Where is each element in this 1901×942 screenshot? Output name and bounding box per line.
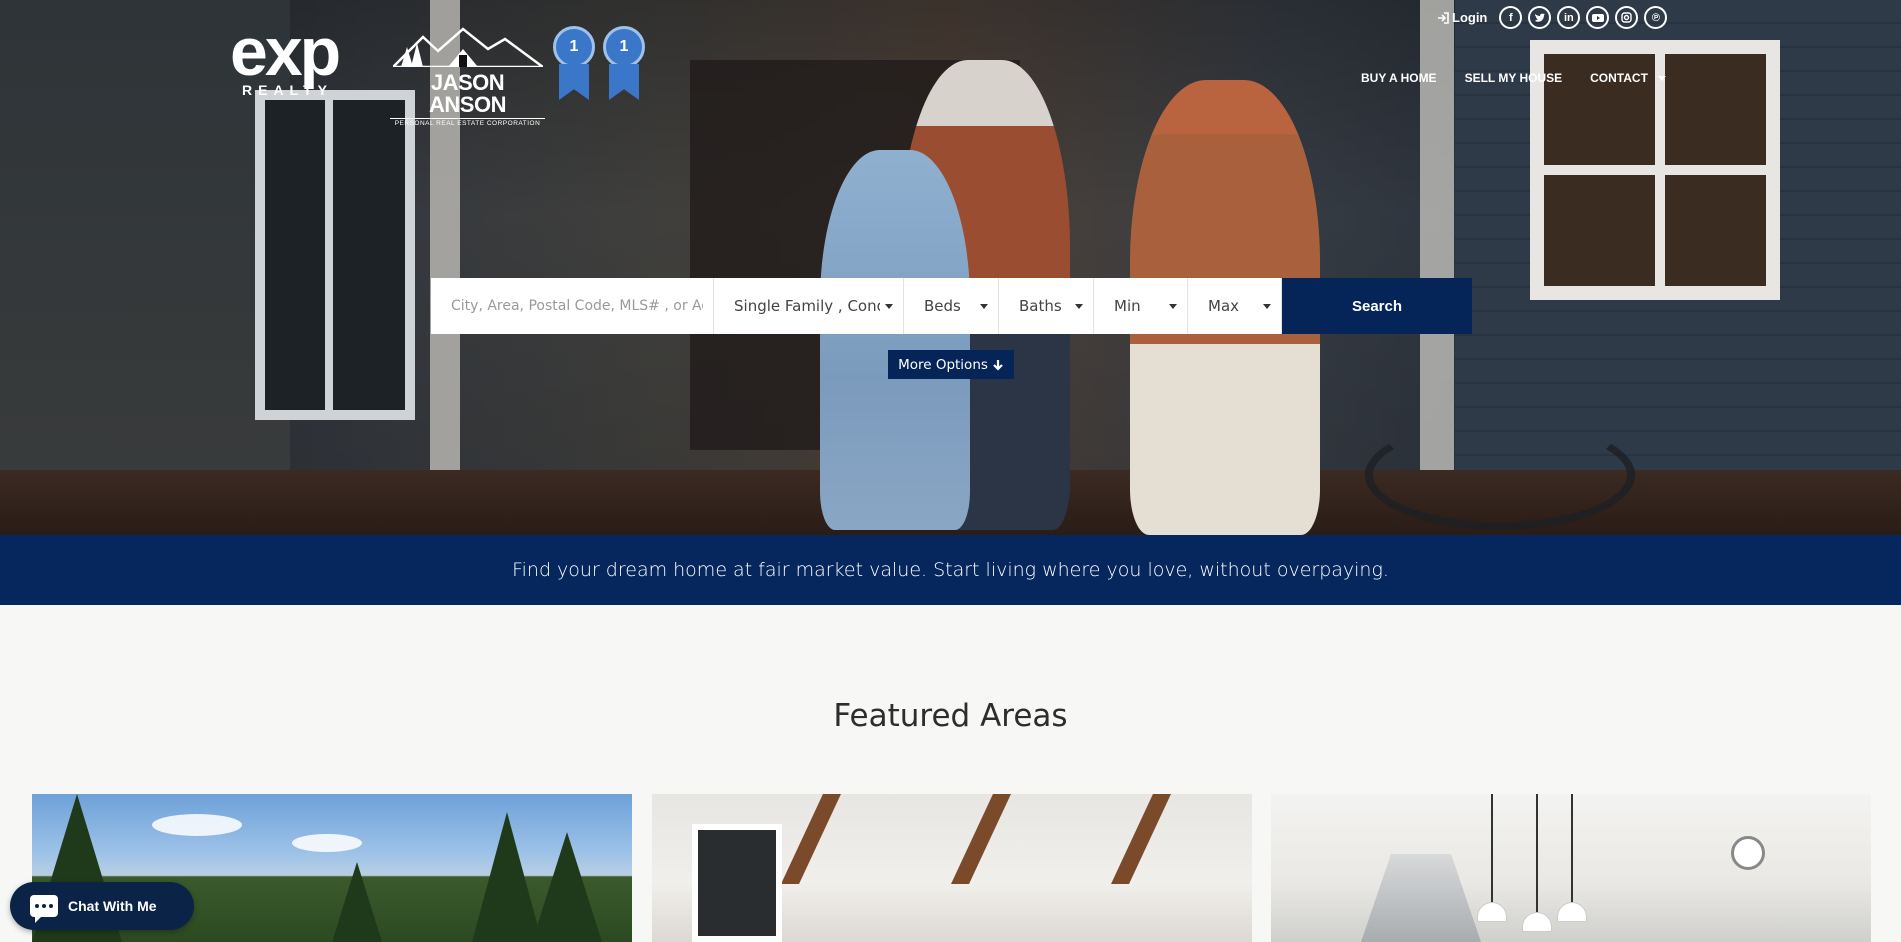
login-link[interactable]: Login (1437, 10, 1487, 25)
youtube-icon[interactable] (1586, 6, 1610, 29)
nav-contact[interactable]: CONTACT (1590, 71, 1666, 85)
exp-realty-logo[interactable]: exp REALTY (230, 14, 380, 98)
nav-sell-my-house[interactable]: SELL MY HOUSE (1465, 71, 1563, 85)
nav-contact-label: CONTACT (1590, 71, 1648, 85)
photo-cloud (292, 834, 362, 852)
photo-pendant-light (1522, 912, 1552, 932)
baths-value: Baths (1019, 297, 1062, 315)
photo-wall-clock (1731, 836, 1765, 870)
ribbon-tails (559, 64, 589, 100)
mountain-logo-icon (389, 27, 547, 69)
facebook-icon[interactable]: f (1499, 6, 1523, 29)
min-price-select[interactable]: Min (1094, 278, 1188, 334)
photo-pendant-cord (1536, 794, 1538, 914)
logo-realty-text: REALTY (242, 82, 333, 98)
photo-cloud (152, 814, 242, 836)
more-options-button[interactable]: More Options (888, 350, 1014, 379)
photo-pendant-cord (1491, 794, 1493, 904)
chevron-down-icon (1075, 304, 1083, 309)
chat-label: Chat With Me (68, 898, 157, 914)
photo-window (692, 824, 782, 942)
chevron-down-icon (1657, 75, 1666, 81)
baths-select[interactable]: Baths (999, 278, 1094, 334)
featured-area-card[interactable] (1271, 794, 1871, 942)
award-ribbon-icon: 1 (553, 26, 595, 101)
photo-pendant-light (1477, 902, 1507, 922)
utility-bar: Login f in ℗ (1437, 6, 1668, 29)
max-price-value: Max (1208, 297, 1240, 315)
max-price-select[interactable]: Max (1188, 278, 1282, 334)
photo-tree (472, 812, 542, 942)
ribbon-number: 1 (553, 26, 595, 68)
nav-buy-a-home[interactable]: BUY A HOME (1361, 71, 1437, 85)
agent-name: JASON ANSON (429, 70, 506, 117)
more-options-label: More Options (898, 356, 988, 373)
arrow-down-icon (993, 359, 1003, 371)
property-search-bar: Single Family , Condo Beds Baths Min Max… (431, 278, 1472, 334)
sign-in-icon (1438, 11, 1449, 24)
tagline-text: Find your dream home at fair market valu… (512, 559, 1389, 581)
photo-ceiling-beam (781, 794, 841, 884)
photo-tree (532, 832, 602, 942)
ribbon-tails (609, 64, 639, 100)
chevron-down-icon (885, 304, 893, 309)
chat-widget-button[interactable]: Chat With Me (10, 882, 194, 930)
beds-value: Beds (924, 297, 961, 315)
featured-area-card[interactable] (652, 794, 1252, 942)
location-search-input[interactable] (451, 298, 703, 314)
photo-pendant-light (1557, 902, 1587, 922)
beds-select[interactable]: Beds (904, 278, 999, 334)
featured-areas-heading: Featured Areas (833, 698, 1068, 734)
photo-ceiling-beam (1111, 794, 1171, 884)
agent-subtitle: PERSONAL REAL ESTATE CORPORATION (390, 118, 545, 127)
ribbon-number: 1 (603, 26, 645, 68)
chevron-down-icon (980, 304, 988, 309)
main-nav: BUY A HOME SELL MY HOUSE CONTACT (1361, 71, 1666, 85)
twitter-icon[interactable] (1528, 6, 1552, 29)
photo-range-hood (1361, 854, 1481, 942)
chat-bubble-icon (30, 895, 58, 923)
location-cell (431, 278, 714, 334)
login-label: Login (1452, 10, 1488, 25)
photo-pendant-cord (1571, 794, 1573, 904)
photo-tree (332, 862, 382, 942)
instagram-icon[interactable] (1615, 6, 1639, 29)
search-button[interactable]: Search (1282, 278, 1472, 334)
linkedin-icon[interactable]: in (1557, 6, 1581, 29)
min-price-value: Min (1114, 297, 1141, 315)
pinterest-icon[interactable]: ℗ (1644, 6, 1668, 29)
award-ribbon-icon: 1 (603, 26, 645, 101)
photo-ceiling-beam (951, 794, 1011, 884)
logo-exp-text: exp (230, 14, 341, 90)
tagline-band: Find your dream home at fair market valu… (0, 535, 1901, 605)
chevron-down-icon (1263, 304, 1271, 309)
property-type-select[interactable]: Single Family , Condo (714, 278, 904, 334)
agent-logo[interactable]: JASON ANSON PERSONAL REAL ESTATE CORPORA… (389, 25, 547, 127)
chevron-down-icon (1169, 304, 1177, 309)
hero-banner: exp REALTY JASON ANSON PERSONAL REAL EST… (0, 0, 1901, 535)
property-type-value: Single Family , Condo (734, 297, 880, 315)
